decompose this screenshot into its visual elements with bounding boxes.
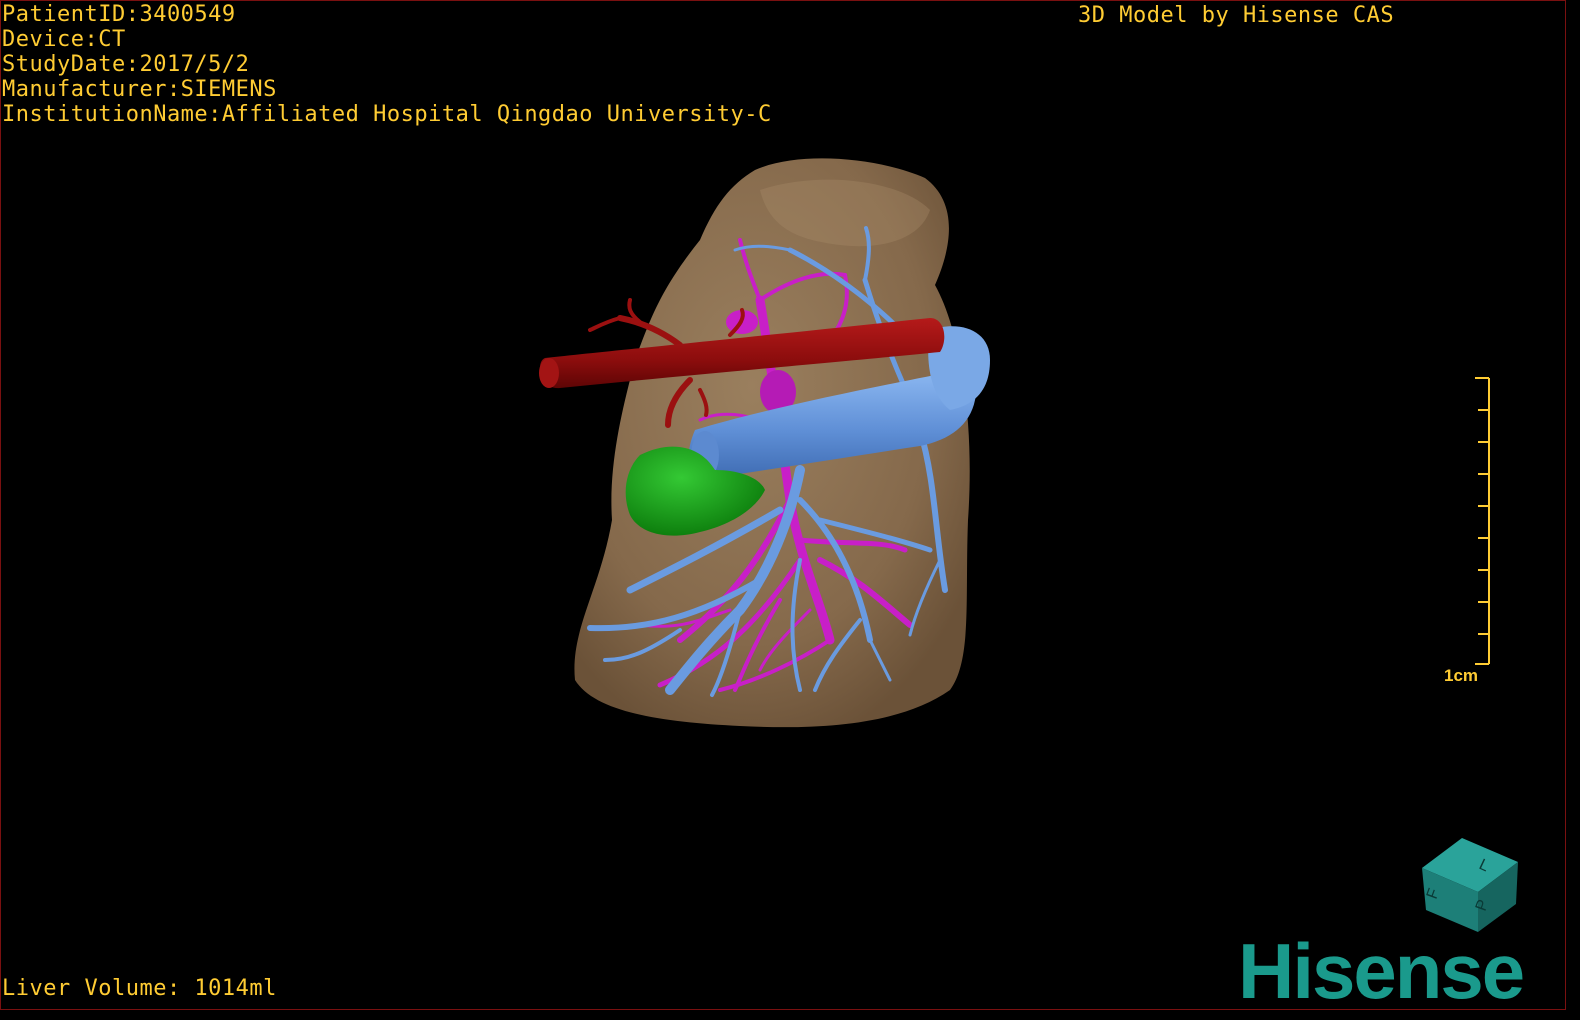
scale-bar-label: 1cm bbox=[1444, 666, 1479, 685]
liver-volume: Liver Volume: 1014ml bbox=[2, 976, 277, 1001]
3d-render-viewport[interactable]: F L P bbox=[0, 0, 1580, 1020]
scale-bar bbox=[1475, 377, 1490, 665]
hepatic-artery-end bbox=[539, 358, 559, 388]
hisense-logo: Hisense bbox=[1238, 927, 1525, 1015]
orientation-cube[interactable]: F L P bbox=[1422, 838, 1518, 932]
